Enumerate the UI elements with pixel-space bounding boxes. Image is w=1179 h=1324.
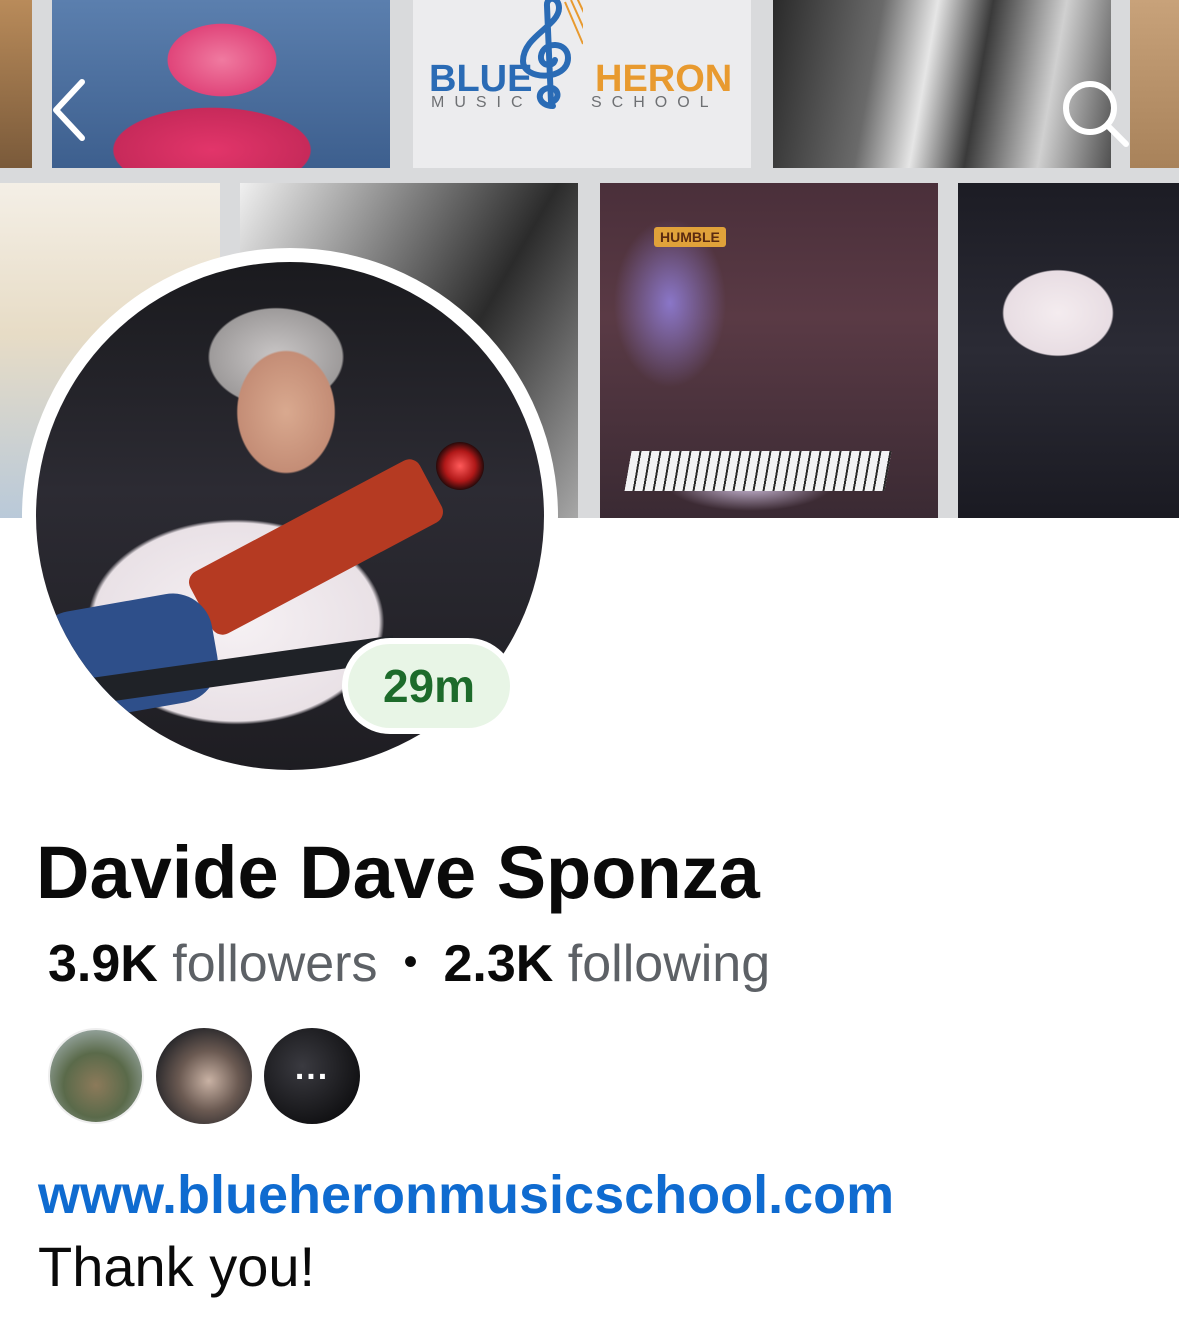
followers-count: 3.9K — [48, 935, 158, 993]
chevron-left-icon — [53, 79, 85, 141]
guitar-strap — [184, 455, 448, 639]
active-time: 29m — [348, 644, 510, 728]
active-status-badge: 29m — [342, 638, 516, 734]
more-mutual-friends-button[interactable]: ... — [264, 1028, 360, 1124]
profile-name: Davide Dave Sponza — [36, 831, 760, 914]
profile-bio: Thank you! — [38, 1235, 316, 1298]
stats-separator: • — [403, 940, 418, 984]
following-label: following — [567, 935, 771, 993]
stage-light — [436, 442, 484, 490]
website-link[interactable]: www.blueheronmusicschool.com — [38, 1164, 894, 1226]
cover-tile-music-class: HUMBLE — [600, 183, 938, 518]
logo-word-music: MUSIC — [431, 94, 533, 111]
cover-tile — [0, 0, 32, 168]
followers-label: followers — [172, 935, 378, 993]
cover-tile — [1130, 0, 1179, 168]
search-button[interactable] — [1054, 72, 1134, 152]
search-icon — [1063, 81, 1129, 147]
keyboard-image — [624, 451, 892, 491]
logo-word-school: SCHOOL — [591, 94, 719, 111]
humble-sign: HUMBLE — [654, 227, 726, 247]
following-count: 2.3K — [443, 935, 554, 993]
following-link[interactable]: 2.3K following — [444, 935, 771, 993]
followers-link[interactable]: 3.9K followers — [48, 935, 377, 993]
follow-stats: 3.9K followers • 2.3K following — [48, 934, 770, 994]
back-button[interactable] — [40, 70, 100, 150]
cover-tile-guitar-performer — [52, 0, 390, 168]
cover-tile-logo: BLUE HERON MUSIC SCHOOL — [413, 0, 751, 168]
blue-heron-logo: BLUE HERON MUSIC SCHOOL — [413, 0, 751, 168]
more-dots-icon: ... — [294, 1048, 330, 1087]
mutual-friend-avatar[interactable] — [48, 1028, 144, 1124]
mutual-friend-avatar[interactable] — [156, 1028, 252, 1124]
guitar-body — [36, 587, 225, 727]
cover-tile-guitarist — [958, 183, 1179, 518]
